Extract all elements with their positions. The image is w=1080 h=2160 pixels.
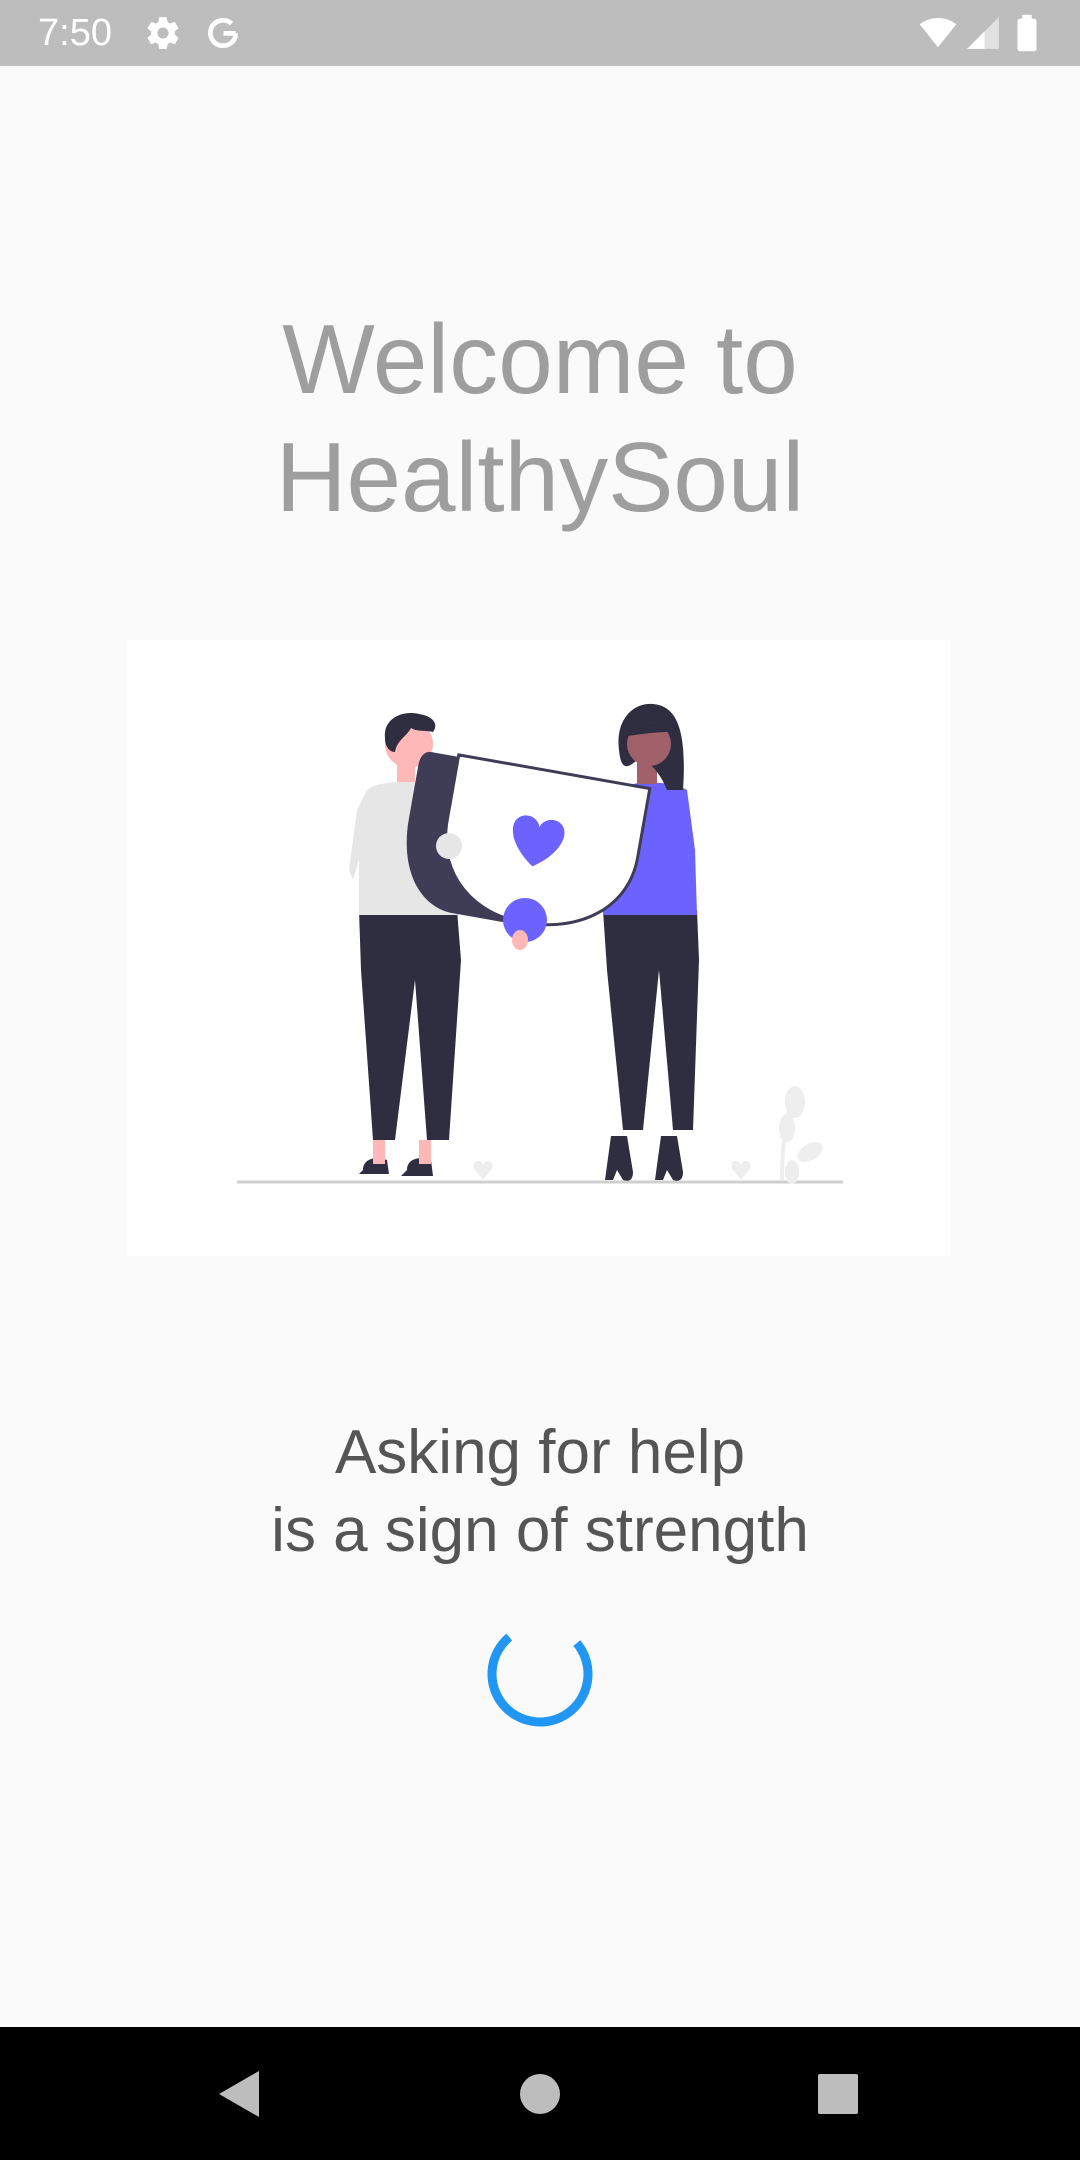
tagline-line1: Asking for help — [334, 1418, 746, 1487]
back-icon[interactable] — [205, 2059, 275, 2129]
status-bar: 7:50 — [0, 0, 1080, 66]
illustration-card — [127, 640, 951, 1256]
navigation-bar — [0, 2027, 1080, 2160]
two-people-holding-heart-card-illustration — [237, 703, 843, 1184]
battery-icon — [1012, 14, 1042, 52]
settings-icon — [144, 14, 182, 52]
tagline-line2: is a sign of strength — [271, 1496, 809, 1565]
home-icon[interactable] — [505, 2059, 575, 2129]
google-icon — [204, 14, 242, 52]
status-time: 7:50 — [38, 12, 112, 54]
welcome-title-line1: Welcome to — [282, 304, 798, 414]
wifi-icon — [916, 14, 960, 52]
tagline: Asking for help is a sign of strength — [0, 1414, 1080, 1570]
recents-icon[interactable] — [803, 2059, 873, 2129]
welcome-title-line2: HealthySoul — [275, 422, 805, 532]
signal-icon — [964, 14, 1002, 52]
loading-spinner-icon — [484, 1618, 596, 1730]
splash-screen: 7:50 Welcome to HealthySoul Asking for h… — [0, 0, 1080, 2160]
welcome-title: Welcome to HealthySoul — [0, 300, 1080, 536]
